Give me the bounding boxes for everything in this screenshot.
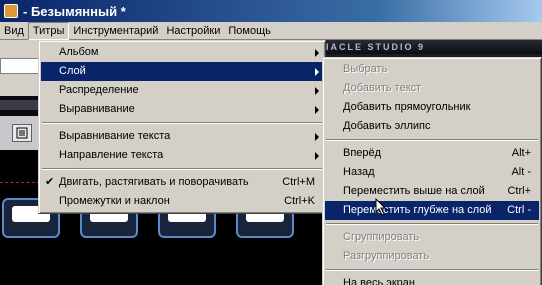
layer-menu-item-label: Сгруппировать [343,231,420,243]
layer-menu-item: Сгруппировать [325,228,539,247]
layer-menu-item-label: Выбрать [343,63,388,75]
shortcut-label: Ctrl+ [507,185,531,197]
menu-separator [326,139,538,141]
mouse-cursor-icon [375,198,387,216]
studio-banner: IACLE STUDIO 9 [322,40,542,54]
titles-menu-item-label: Выравнивание текста [59,130,171,142]
layer-menu-item[interactable]: Вперёд Alt+ [325,144,539,163]
menu-settings[interactable]: Настройки [162,22,224,40]
titles-menu-item[interactable]: Направление текста [41,146,323,165]
titles-menu-item-label: Промежутки и наклон [59,195,170,207]
layer-menu-item[interactable]: Добавить эллипс [325,117,539,136]
menu-separator [326,223,538,225]
layer-menu-item-label: Добавить эллипс [343,120,431,132]
menu-titles[interactable]: Титры [27,21,70,40]
layer-menu-item-label: Назад [343,166,375,178]
shortcut-label: Alt+ [511,147,531,159]
menu-view[interactable]: Вид [0,22,28,40]
titles-menu-item-label: Слой [59,65,86,77]
layer-menu-item-label: Добавить текст [343,82,422,94]
submenu-arrow-icon [315,152,319,160]
list-icon [16,127,28,139]
safe-area-line [0,182,40,183]
layer-menu-item: Выбрать [325,60,539,79]
titles-menu-item-label: Направление текста [59,149,164,161]
shortcut-label: Ctrl - [507,204,531,216]
shortcut-label: Ctrl+M [282,176,315,188]
menu-separator [42,122,322,124]
layer-menu-item-label: Переместить выше на слой [343,185,485,197]
layer-menu-item-label: Вперёд [343,147,382,159]
left-panel-header [0,100,40,110]
shortcut-label: Alt - [511,166,531,178]
submenu-arrow-icon [315,133,319,141]
layer-submenu: Выбрать Добавить текст Добавить прямоуголь… [322,57,542,285]
titles-menu-item[interactable]: Альбом [41,43,323,62]
menu-separator [326,269,538,271]
titles-menu-item-label: Распределение [59,84,139,96]
layer-menu-item-label: Добавить прямоугольник [343,101,471,113]
titles-menu-item-label: Выравнивание [59,103,135,115]
layer-menu-item[interactable]: Переместить глубже на слой Ctrl - [325,201,539,220]
titles-menu-item[interactable]: Слой [41,62,323,81]
layer-menu-item-label: На весь экран [343,277,415,285]
menu-tools[interactable]: Инструментарий [69,22,162,40]
layer-menu-item-label: Разгруппировать [343,250,430,262]
titles-menu-item[interactable]: Промежутки и наклон Ctrl+K [41,192,323,211]
menu-separator [42,168,322,170]
layer-menu-item[interactable]: Назад Alt - [325,163,539,182]
list-view-button[interactable] [12,124,32,142]
layer-menu-item[interactable]: На весь экран [325,274,539,285]
layer-menu-item: Добавить текст [325,79,539,98]
left-input-field[interactable] [0,58,40,74]
layer-menu-item[interactable]: Добавить прямоугольник [325,98,539,117]
layer-menu-item-label: Переместить глубже на слой [343,204,492,216]
titles-menu: Альбом Слой Распределение Выравнивание Вырав… [38,40,326,214]
submenu-arrow-icon [315,87,319,95]
submenu-arrow-icon [315,68,319,76]
menu-bar: Вид Титры Инструментарий Настройки Помощ… [0,21,542,40]
titles-menu-item[interactable]: ✔ Двигать, растягивать и поворачивать Ctrl… [41,173,323,192]
titles-menu-item[interactable]: Распределение [41,81,323,100]
titles-menu-item-label: Альбом [59,46,99,58]
titles-menu-item[interactable]: Выравнивание [41,100,323,119]
shortcut-label: Ctrl+K [284,195,315,207]
layer-menu-item[interactable]: Переместить выше на слой Ctrl+ [325,182,539,201]
titles-menu-item[interactable]: Выравнивание текста [41,127,323,146]
menu-help[interactable]: Помощь [224,22,275,40]
titles-menu-item-label: Двигать, растягивать и поворачивать [59,176,249,188]
app-icon [4,4,18,18]
submenu-arrow-icon [315,106,319,114]
checkmark-icon: ✔ [45,176,55,188]
submenu-arrow-icon [315,49,319,57]
window-title: - Безымянный * [23,3,126,19]
layer-menu-item: Разгруппировать [325,247,539,266]
title-bar: - Безымянный * [0,0,542,22]
